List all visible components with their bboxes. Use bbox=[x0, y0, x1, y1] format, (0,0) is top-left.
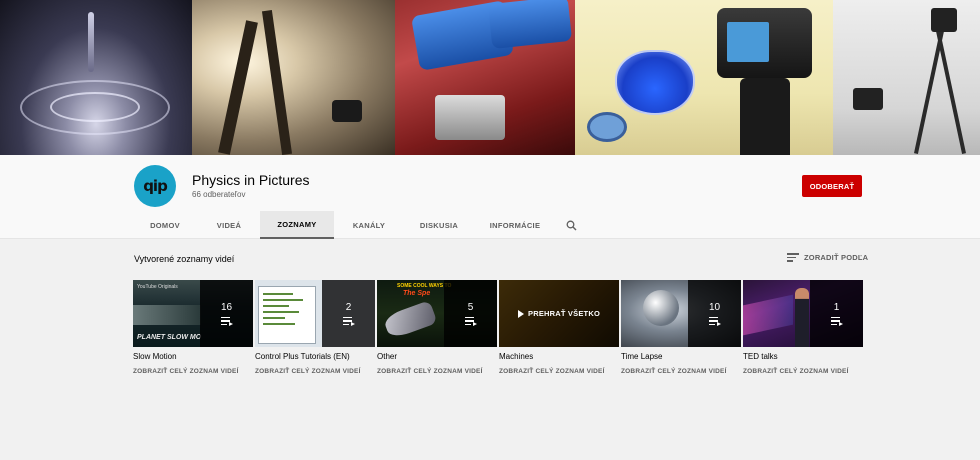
playlist-card[interactable]: 10 Time Lapse ZOBRAZIŤ CELÝ ZOZNAM VIDEÍ bbox=[621, 280, 741, 375]
view-full-playlist-link[interactable]: ZOBRAZIŤ CELÝ ZOZNAM VIDEÍ bbox=[255, 368, 375, 375]
play-all-overlay[interactable]: PREHRAŤ VŠETKO bbox=[499, 280, 619, 347]
channel-logo: qip bbox=[143, 177, 168, 195]
playlist-title[interactable]: TED talks bbox=[743, 352, 863, 361]
channel-header: qip Physics in Pictures 66 odberateľov O… bbox=[0, 155, 980, 239]
playlist-thumbnail[interactable]: YouTube Originals PLANET SLOW MO 16 bbox=[133, 280, 253, 347]
playlist-icon bbox=[342, 316, 355, 326]
playlist-count-overlay: 2 bbox=[322, 280, 375, 347]
tab-home[interactable]: DOMOV bbox=[132, 211, 198, 239]
video-count: 16 bbox=[220, 301, 233, 313]
playlist-card[interactable]: 1 TED talks ZOBRAZIŤ CELÝ ZOZNAM VIDEÍ bbox=[743, 280, 863, 375]
playlist-title[interactable]: Machines bbox=[499, 352, 619, 361]
thumbnail-text: The Spe bbox=[403, 290, 431, 297]
playlist-thumbnail[interactable]: 10 bbox=[621, 280, 741, 347]
playlist-grid: YouTube Originals PLANET SLOW MO 16 Slow… bbox=[133, 280, 863, 380]
video-count: 5 bbox=[467, 301, 474, 313]
tab-channels[interactable]: KANÁLY bbox=[334, 211, 404, 239]
playlist-card[interactable]: SOME COOL WAYS TO The Spe 5 Other ZOBRAZ… bbox=[377, 280, 497, 375]
playlist-thumbnail[interactable]: SOME COOL WAYS TO The Spe 5 bbox=[377, 280, 497, 347]
channel-name: Physics in Pictures bbox=[192, 172, 310, 188]
video-count: 1 bbox=[833, 301, 840, 313]
playlist-thumbnail[interactable]: 1 bbox=[743, 280, 863, 347]
section-title: Vytvorené zoznamy videí bbox=[134, 254, 235, 264]
playlist-count-overlay: 16 bbox=[200, 280, 253, 347]
playlist-card[interactable]: 2 Control Plus Tutorials (EN) ZOBRAZIŤ C… bbox=[255, 280, 375, 375]
tab-about[interactable]: INFORMÁCIE bbox=[474, 211, 556, 239]
playlist-icon bbox=[464, 316, 477, 326]
view-full-playlist-link[interactable]: ZOBRAZIŤ CELÝ ZOZNAM VIDEÍ bbox=[377, 368, 497, 375]
sort-by-button[interactable]: ZORADIŤ PODĽA bbox=[787, 253, 868, 262]
subscriber-count: 66 odberateľov bbox=[192, 190, 246, 199]
view-full-playlist-link[interactable]: ZOBRAZIŤ CELÝ ZOZNAM VIDEÍ bbox=[743, 368, 863, 375]
playlist-title[interactable]: Time Lapse bbox=[621, 352, 741, 361]
channel-tabs: DOMOV VIDEÁ ZOZNAMY KANÁLY DISKUSIA INFO… bbox=[132, 211, 586, 239]
playlist-count-overlay: 1 bbox=[810, 280, 863, 347]
view-full-playlist-link[interactable]: ZOBRAZIŤ CELÝ ZOZNAM VIDEÍ bbox=[133, 368, 253, 375]
search-icon[interactable] bbox=[556, 211, 586, 239]
play-all-label: PREHRAŤ VŠETKO bbox=[528, 309, 600, 318]
playlist-thumbnail[interactable]: 2 bbox=[255, 280, 375, 347]
sort-label: ZORADIŤ PODĽA bbox=[804, 253, 869, 262]
playlist-thumbnail[interactable]: PREHRAŤ VŠETKO bbox=[499, 280, 619, 347]
playlist-icon bbox=[708, 316, 721, 326]
banner-image-lights bbox=[395, 0, 575, 155]
sort-icon bbox=[787, 253, 799, 262]
thumbnail-brand: YouTube Originals bbox=[137, 284, 178, 290]
banner-image-camera-glass bbox=[575, 0, 833, 155]
playlist-title[interactable]: Slow Motion bbox=[133, 352, 253, 361]
playlist-count-overlay: 10 bbox=[688, 280, 741, 347]
view-full-playlist-link[interactable]: ZOBRAZIŤ CELÝ ZOZNAM VIDEÍ bbox=[499, 368, 619, 375]
playlist-count-overlay: 5 bbox=[444, 280, 497, 347]
tab-videos[interactable]: VIDEÁ bbox=[198, 211, 260, 239]
playlist-card[interactable]: YouTube Originals PLANET SLOW MO 16 Slow… bbox=[133, 280, 253, 375]
banner-image-lamp-stand bbox=[192, 0, 395, 155]
video-count: 2 bbox=[345, 301, 352, 313]
video-count: 10 bbox=[708, 301, 721, 313]
tab-discussion[interactable]: DISKUSIA bbox=[404, 211, 474, 239]
view-full-playlist-link[interactable]: ZOBRAZIŤ CELÝ ZOZNAM VIDEÍ bbox=[621, 368, 741, 375]
playlist-title[interactable]: Other bbox=[377, 352, 497, 361]
playlist-title[interactable]: Control Plus Tutorials (EN) bbox=[255, 352, 375, 361]
tab-playlists[interactable]: ZOZNAMY bbox=[260, 211, 334, 239]
banner-image-water-drop bbox=[0, 0, 192, 155]
channel-banner bbox=[0, 0, 980, 155]
play-icon bbox=[518, 309, 524, 318]
banner-image-tripod bbox=[833, 0, 980, 155]
subscribe-button[interactable]: ODOBERAŤ bbox=[802, 175, 862, 197]
avatar[interactable]: qip bbox=[134, 165, 176, 207]
playlist-icon bbox=[830, 316, 843, 326]
playlist-card[interactable]: PREHRAŤ VŠETKO Machines ZOBRAZIŤ CELÝ ZO… bbox=[499, 280, 619, 375]
playlist-icon bbox=[220, 316, 233, 326]
thumbnail-text: PLANET SLOW MO bbox=[137, 334, 202, 341]
